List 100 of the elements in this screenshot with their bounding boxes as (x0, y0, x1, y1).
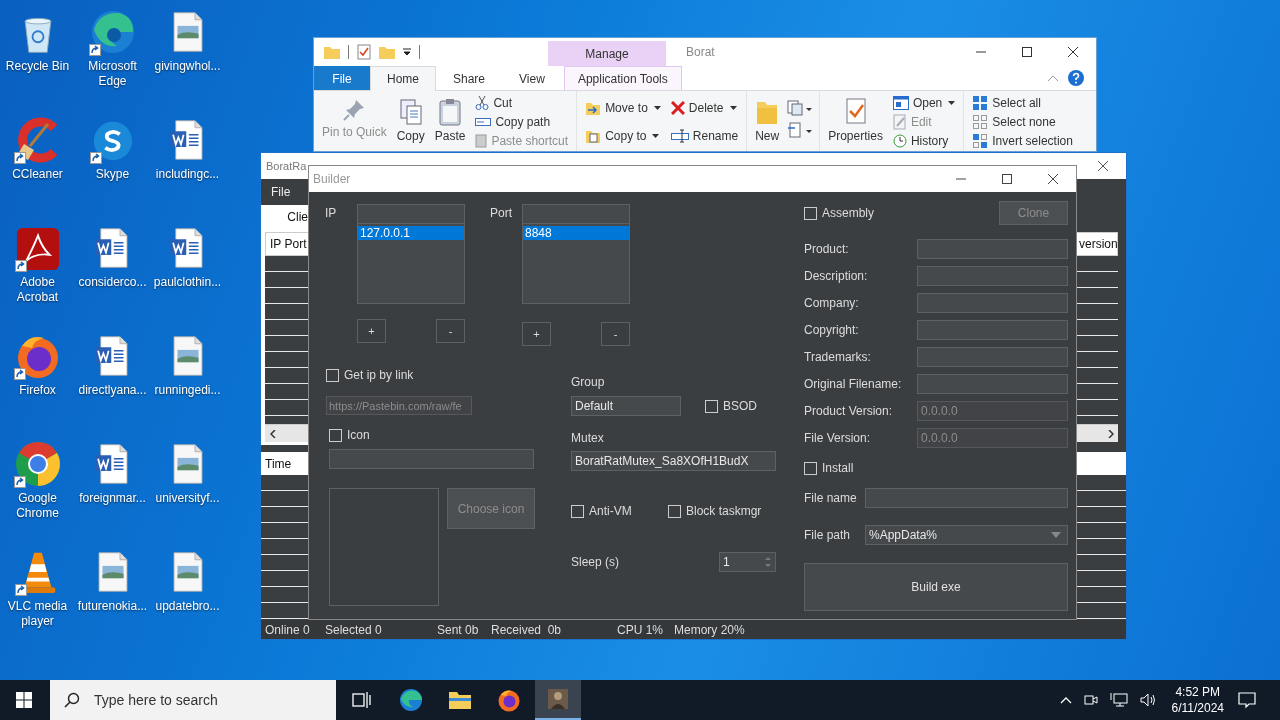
desktop-icon-label[interactable]: foreignmar... (79, 491, 146, 506)
desktop-icon-label[interactable]: runningedi... (154, 383, 221, 398)
list-item[interactable]: 8848 (523, 226, 629, 240)
scroll-left-icon[interactable] (270, 429, 276, 438)
checkbox[interactable] (329, 428, 342, 442)
list-box[interactable]: 127.0.0.1 (357, 224, 465, 304)
help-icon[interactable] (1068, 70, 1084, 86)
list-box[interactable]: 8848 (522, 224, 630, 304)
icon-path-field[interactable] (329, 449, 534, 469)
invert-selection-button[interactable]: Invert selection (970, 132, 1075, 150)
select-all-icon (972, 95, 989, 111)
column-header[interactable]: Time (261, 452, 308, 475)
checkbox[interactable] (804, 461, 817, 475)
scroll-right-icon[interactable] (1108, 429, 1114, 438)
delete-button[interactable]: Delete (668, 94, 741, 121)
add-button[interactable]: + (522, 322, 551, 346)
copy-button[interactable]: Copy (394, 94, 427, 151)
shortcut-arrow-icon (14, 584, 27, 596)
history-button[interactable]: History (890, 132, 958, 150)
desktop-icon-label[interactable]: considerco... (78, 275, 147, 290)
desktop-icon-label[interactable]: paulclothin... (153, 275, 222, 290)
maximize-icon[interactable] (1022, 47, 1032, 57)
file-path-dropdown[interactable]: %AppData% (865, 525, 1068, 545)
desktop-icon-label[interactable]: includingc... (155, 167, 220, 182)
open-button[interactable]: Open (890, 94, 958, 112)
checkbox[interactable] (571, 504, 584, 518)
input-field[interactable] (522, 204, 630, 224)
chevron-up-icon[interactable] (1059, 696, 1072, 704)
search-field[interactable]: Type here to search (50, 680, 336, 720)
text-field[interactable] (917, 373, 1068, 394)
checkbox[interactable] (326, 368, 339, 382)
desktop-icon-label[interactable]: universityf... (155, 491, 220, 506)
remove-button[interactable]: - (601, 322, 630, 346)
desktop-icon-label[interactable]: givingwhol... (154, 59, 221, 74)
notification-icon[interactable] (1238, 691, 1256, 709)
column-header[interactable]: IP Port (265, 232, 308, 256)
list-item[interactable]: 127.0.0.1 (358, 226, 464, 240)
text-field[interactable] (917, 265, 1068, 286)
desktop-icon-label[interactable]: directlyana... (78, 383, 147, 398)
mutex-field[interactable]: BoratRatMutex_Sa8XOfH1BudX (571, 451, 776, 471)
checkbox[interactable] (668, 504, 681, 518)
move-to-button[interactable]: Move to (583, 94, 663, 121)
menu-item[interactable]: File (271, 185, 291, 199)
new-folder-button[interactable]: New (753, 94, 782, 151)
close-icon[interactable] (1048, 174, 1058, 184)
select-none-button[interactable]: Select none (970, 113, 1075, 131)
remove-button[interactable]: - (436, 319, 465, 343)
ribbon-tab[interactable]: View (502, 66, 562, 90)
rename-button[interactable]: Rename (668, 122, 741, 149)
properties-button[interactable]: Properties (826, 94, 885, 151)
text-field[interactable] (917, 238, 1068, 259)
copy-to-button[interactable]: Copy to (583, 122, 663, 149)
ribbon-tab[interactable]: File (314, 66, 370, 90)
number-spinner[interactable]: 1 (719, 552, 776, 572)
maximize-icon[interactable] (1002, 174, 1012, 184)
easy-access-icon[interactable] (787, 122, 814, 138)
desktop-icon-label[interactable]: CCleaner (12, 167, 63, 182)
input-field[interactable] (357, 204, 465, 224)
copy-path-button[interactable]: Copy path (473, 113, 571, 131)
dropdown-icon[interactable] (403, 48, 411, 56)
checkbox[interactable] (804, 206, 817, 220)
desktop-icon-label[interactable]: Firefox (19, 383, 56, 398)
status-text: Selected 0 (325, 622, 383, 637)
select-all-button[interactable]: Select all (970, 94, 1075, 112)
group-field[interactable]: Default (571, 396, 681, 416)
ribbon-tab[interactable]: Application Tools (563, 66, 682, 90)
clock[interactable]: 4:52 PM 6/11/2024 (1171, 684, 1224, 716)
text-field[interactable] (917, 292, 1068, 313)
desktop-icon-label[interactable]: Recycle Bin (5, 59, 70, 74)
text-field[interactable] (917, 346, 1068, 367)
text-field[interactable] (917, 319, 1068, 340)
new-item-icon[interactable] (787, 100, 814, 116)
desktop-icon-label[interactable]: Microsoft Edge (75, 59, 150, 89)
ribbon-tab[interactable]: Share (436, 66, 503, 90)
file-name-field[interactable] (865, 488, 1068, 508)
close-icon[interactable] (1098, 161, 1108, 171)
desktop-icon-label[interactable]: Google Chrome (0, 491, 75, 521)
build-exe-button[interactable]: Build exe (804, 563, 1068, 611)
ribbon-tab[interactable]: Home (370, 66, 436, 91)
network-icon[interactable] (1109, 692, 1128, 708)
cut-button[interactable]: Cut (473, 94, 571, 112)
desktop-icon-label[interactable]: futurenokia... (77, 599, 148, 614)
camera-icon[interactable] (1082, 692, 1099, 708)
column-header[interactable]: version (1076, 232, 1118, 256)
add-button[interactable]: + (357, 319, 386, 343)
horizontal-scrollbar[interactable] (265, 424, 308, 442)
desktop-icon-label[interactable]: Skype (95, 167, 130, 182)
paste-button[interactable]: Paste (432, 94, 468, 151)
horizontal-scrollbar[interactable] (1076, 424, 1118, 442)
collapse-ribbon-icon[interactable] (1048, 75, 1058, 81)
caret-icon (653, 105, 661, 110)
volume-icon[interactable] (1138, 692, 1157, 708)
taskbar-app-button[interactable] (535, 680, 581, 720)
desktop-icon-label[interactable]: VLC media player (0, 599, 75, 629)
desktop-icon-label[interactable]: updatebro... (155, 599, 220, 614)
checkbox[interactable] (705, 399, 718, 413)
desktop-icon-label[interactable]: Adobe Acrobat (0, 275, 75, 305)
pin-icon (342, 98, 367, 122)
close-icon[interactable] (1068, 47, 1078, 57)
scissors-icon (475, 96, 490, 110)
